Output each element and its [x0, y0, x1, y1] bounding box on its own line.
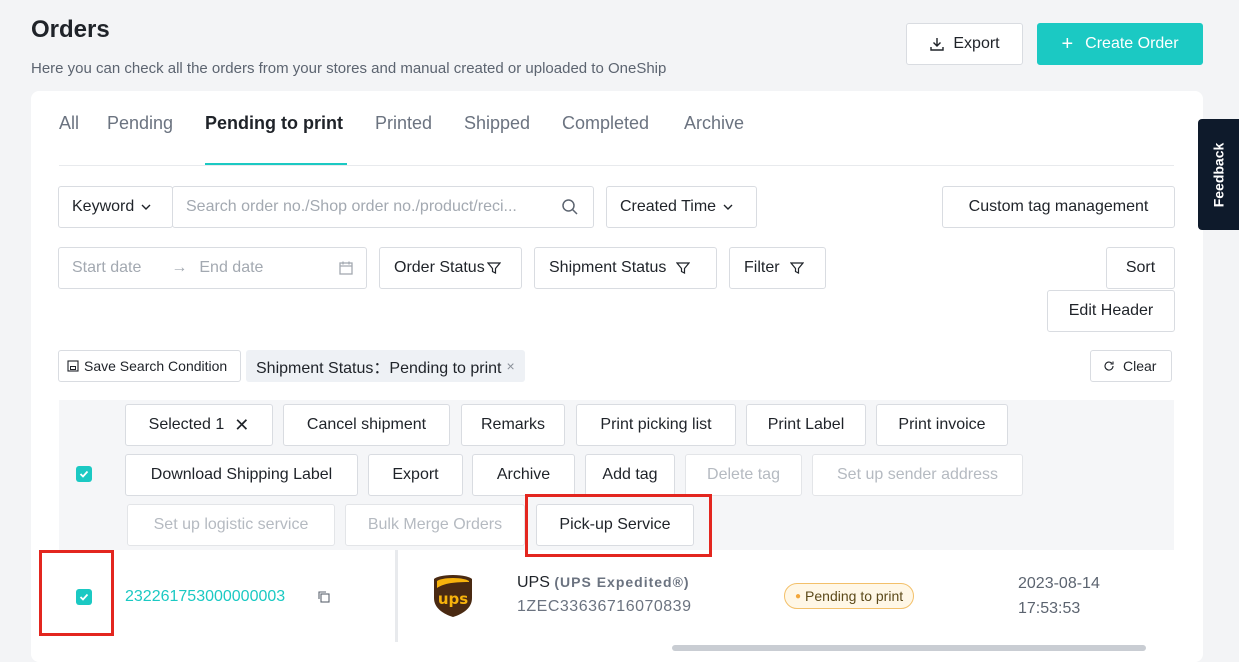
- chip-label: Shipment Status：Pending to print: [256, 360, 502, 377]
- arrow-right-icon: →: [171, 259, 188, 276]
- print-picking-list-button[interactable]: Print picking list: [576, 404, 736, 446]
- print-invoice-button[interactable]: Print invoice: [876, 404, 1008, 446]
- selected-count-button[interactable]: Selected 1 ✕: [125, 404, 273, 446]
- tab-archive[interactable]: Archive: [684, 113, 744, 134]
- keyword-select[interactable]: Keyword: [58, 186, 173, 228]
- carrier-service: (UPS Expedited®): [554, 574, 690, 590]
- orders-card: All Pending Pending to print Printed Shi…: [31, 91, 1203, 662]
- archive-button[interactable]: Archive: [472, 454, 575, 496]
- close-icon[interactable]: ×: [506, 358, 514, 374]
- end-date-placeholder: End date: [199, 259, 264, 276]
- filter-button[interactable]: Filter: [729, 247, 826, 289]
- tab-all[interactable]: All: [59, 113, 79, 134]
- date-range-picker[interactable]: Start date → End date: [58, 247, 367, 289]
- download-icon: [929, 36, 945, 52]
- tab-pending[interactable]: Pending: [107, 113, 173, 134]
- export-button[interactable]: Export: [906, 23, 1023, 65]
- keyword-label: Keyword: [72, 198, 135, 215]
- download-shipping-label-button[interactable]: Download Shipping Label: [125, 454, 358, 496]
- status-dot-icon: ●: [795, 590, 802, 602]
- horizontal-scrollbar[interactable]: [672, 645, 1146, 651]
- page-title: Orders: [31, 16, 110, 43]
- status-badge: ● Pending to print: [784, 583, 915, 609]
- table-row[interactable]: 232261753000000003 ups UPS (UPS Expedite…: [59, 550, 1174, 650]
- set-logistic-service-button[interactable]: Set up logistic service: [127, 504, 335, 546]
- carrier-name: UPS: [517, 574, 550, 591]
- export-bulk-button[interactable]: Export: [368, 454, 463, 496]
- edit-header-button[interactable]: Edit Header: [1047, 290, 1175, 332]
- add-tag-button[interactable]: Add tag: [585, 454, 675, 496]
- tab-completed[interactable]: Completed: [562, 113, 649, 134]
- feedback-label: Feedback: [1210, 142, 1227, 207]
- feedback-tab[interactable]: Feedback: [1198, 119, 1239, 230]
- select-all-checkbox[interactable]: [76, 466, 92, 482]
- status-label: Pending to print: [805, 588, 904, 604]
- order-number-link[interactable]: 232261753000000003: [125, 588, 285, 606]
- chevron-down-icon: [722, 201, 734, 213]
- save-icon: [67, 360, 79, 372]
- create-order-label: Create Order: [1085, 35, 1179, 52]
- order-status-label: Order Status: [394, 259, 485, 276]
- funnel-icon: [789, 261, 804, 275]
- remarks-button[interactable]: Remarks: [461, 404, 565, 446]
- funnel-icon: [676, 261, 691, 275]
- custom-tag-management-button[interactable]: Custom tag management: [942, 186, 1175, 228]
- tab-pending-to-print[interactable]: Pending to print: [205, 113, 343, 134]
- created-time-label: Created Time: [620, 198, 717, 215]
- print-label-button[interactable]: Print Label: [746, 404, 866, 446]
- search-placeholder: Search order no./Shop order no./product/…: [186, 198, 517, 215]
- page-subtitle: Here you can check all the orders from y…: [31, 60, 667, 77]
- row-checkbox-highlight: [39, 550, 114, 636]
- save-search-condition-button[interactable]: Save Search Condition: [58, 350, 241, 382]
- funnel-icon: [486, 261, 501, 275]
- plus-icon: +: [1061, 32, 1074, 55]
- shipment-status-filter[interactable]: Shipment Status: [534, 247, 717, 289]
- bulk-merge-orders-button[interactable]: Bulk Merge Orders: [345, 504, 525, 546]
- sort-button[interactable]: Sort: [1106, 247, 1175, 289]
- created-time-select[interactable]: Created Time: [606, 186, 757, 228]
- set-sender-address-button[interactable]: Set up sender address: [812, 454, 1023, 496]
- save-search-label: Save Search Condition: [84, 358, 228, 374]
- search-input[interactable]: Search order no./Shop order no./product/…: [172, 186, 594, 228]
- create-order-button[interactable]: + Create Order: [1037, 23, 1203, 65]
- filter-label: Filter: [744, 259, 780, 276]
- clear-label: Clear: [1123, 358, 1157, 374]
- shipment-status-label: Shipment Status: [549, 259, 667, 276]
- order-date: 2023-08-14: [1018, 575, 1100, 592]
- chevron-down-icon: [140, 201, 152, 213]
- order-status-filter[interactable]: Order Status: [379, 247, 522, 289]
- tab-printed[interactable]: Printed: [375, 113, 432, 134]
- refresh-icon: [1103, 360, 1115, 372]
- export-label: Export: [953, 35, 1000, 52]
- tab-shipped[interactable]: Shipped: [464, 113, 530, 134]
- tracking-number: 1ZEC33636716070839: [517, 598, 692, 615]
- close-icon[interactable]: ✕: [234, 415, 249, 436]
- active-filter-chip: Shipment Status：Pending to print ×: [246, 350, 525, 382]
- pickup-service-highlight: [525, 494, 712, 557]
- calendar-icon: [338, 260, 354, 276]
- search-icon[interactable]: [561, 198, 579, 216]
- column-divider: [395, 550, 398, 642]
- selected-label: Selected 1: [148, 416, 225, 433]
- start-date-placeholder: Start date: [72, 259, 142, 276]
- ups-logo-icon: ups: [433, 574, 473, 618]
- carrier-line: UPS (UPS Expedited®): [517, 574, 690, 592]
- svg-text:ups: ups: [438, 590, 468, 608]
- clear-button[interactable]: Clear: [1090, 350, 1172, 382]
- cancel-shipment-button[interactable]: Cancel shipment: [283, 404, 450, 446]
- tabs-divider: [59, 165, 1174, 166]
- order-time: 17:53:53: [1018, 600, 1081, 617]
- delete-tag-button[interactable]: Delete tag: [685, 454, 802, 496]
- copy-icon[interactable]: [317, 590, 331, 604]
